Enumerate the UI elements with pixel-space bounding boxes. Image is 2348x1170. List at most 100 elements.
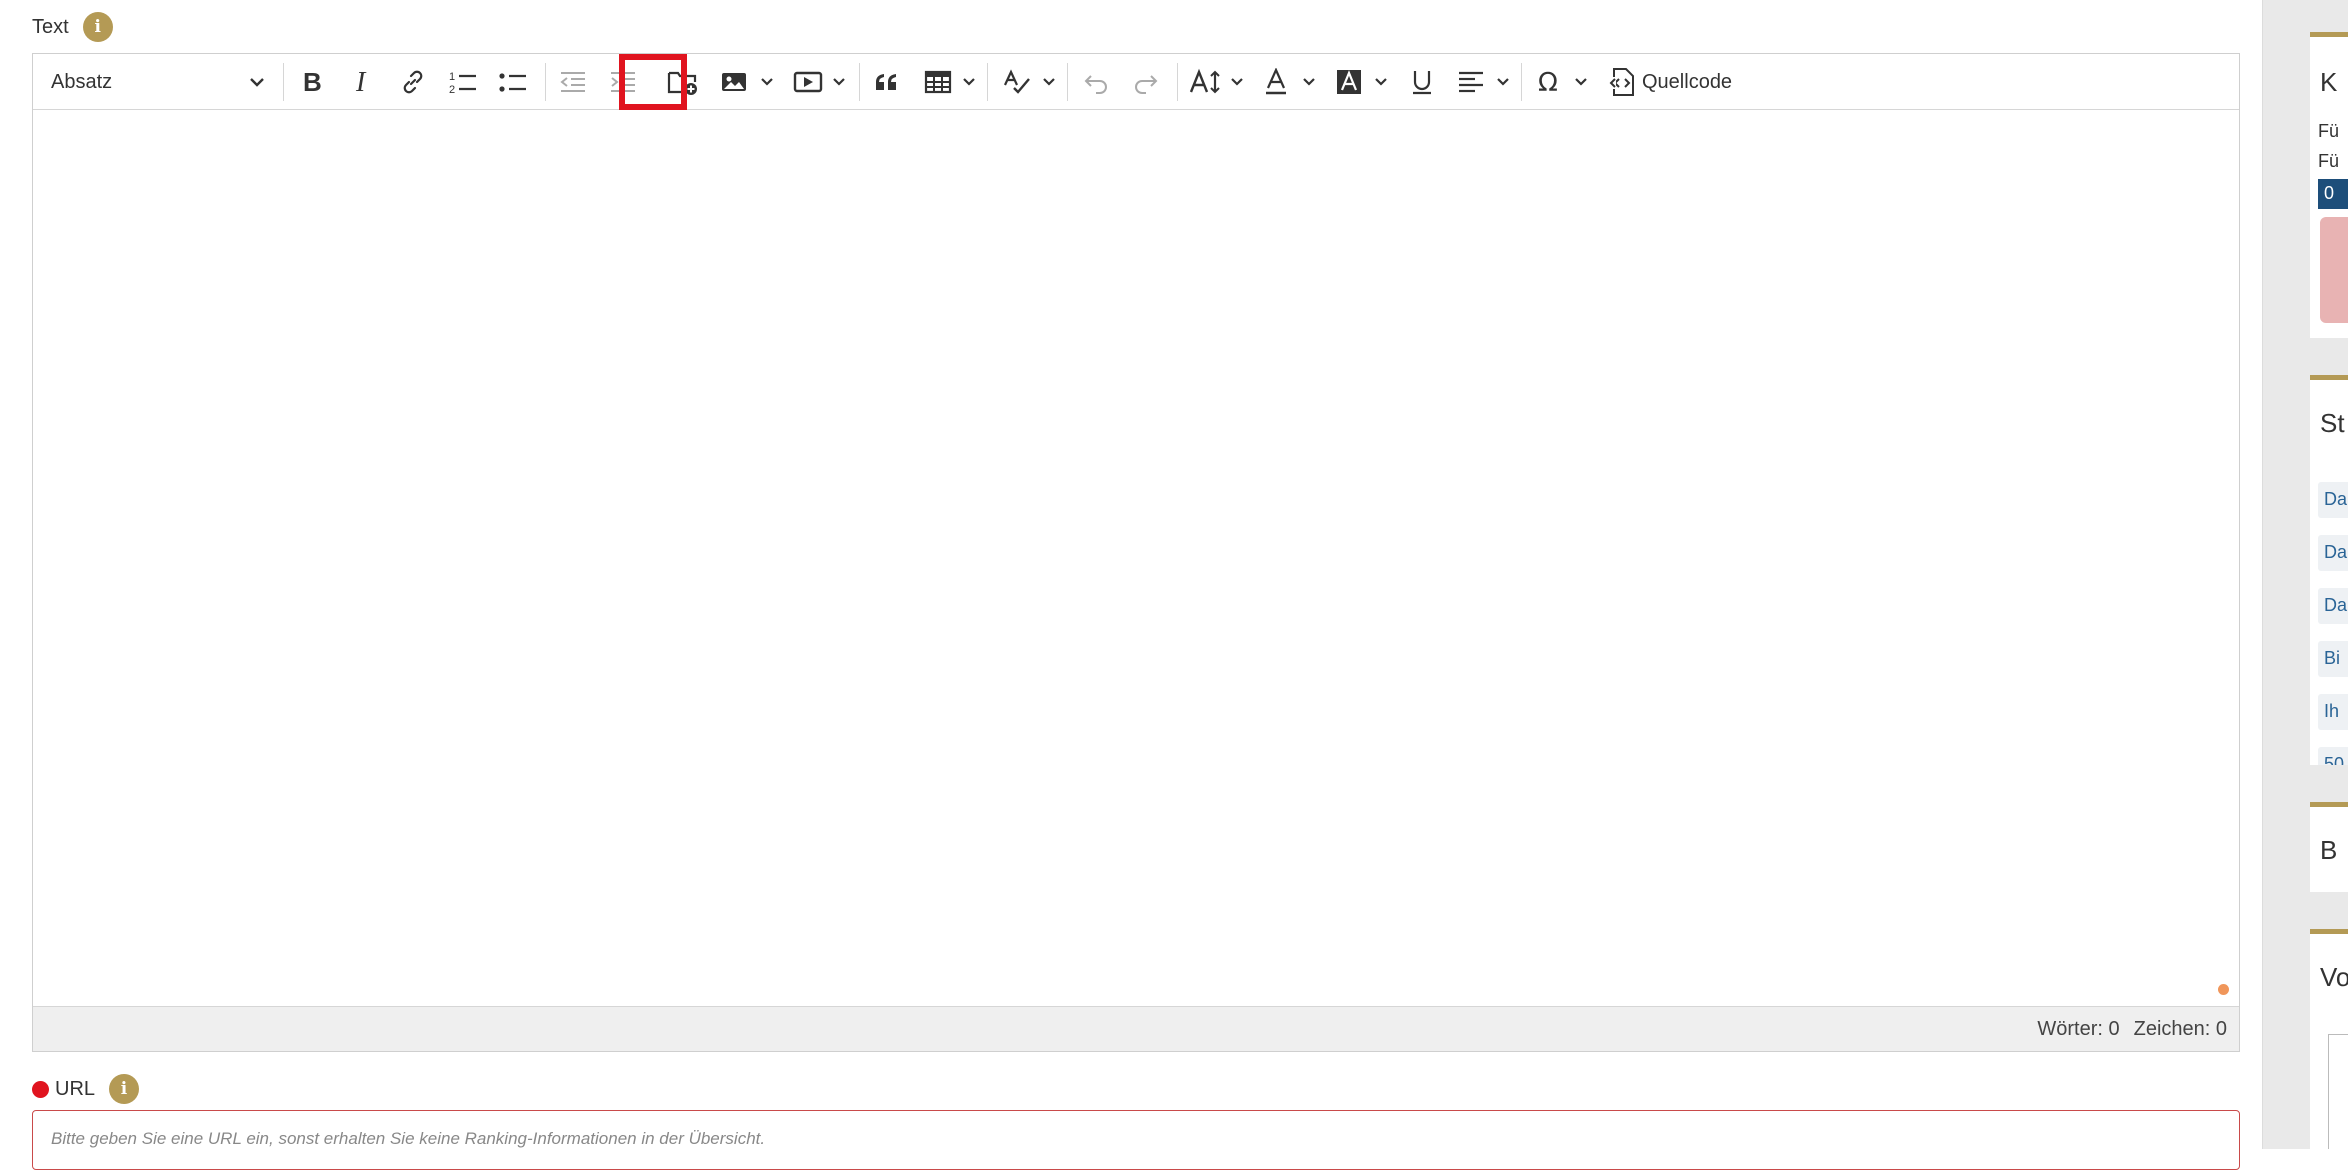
underline-icon: [1413, 71, 1431, 95]
source-code-button[interactable]: Quellcode: [1608, 60, 1732, 104]
align-dropdown-chevron[interactable]: [1495, 60, 1511, 104]
italic-button[interactable]: I: [345, 60, 381, 104]
undo-icon: [1084, 75, 1107, 94]
chevron-down-icon: [1303, 78, 1315, 86]
chevron-down-icon: [1043, 78, 1055, 86]
list-item[interactable]: Da: [2318, 588, 2348, 624]
undo-button[interactable]: [1079, 60, 1113, 104]
font-color-button[interactable]: [1261, 60, 1291, 104]
toolbar-divider: [1521, 63, 1522, 101]
word-count: Wörter: 0: [2037, 1017, 2120, 1040]
url-field-label: URL i: [32, 1074, 140, 1104]
paragraph-format-select[interactable]: Absatz: [43, 60, 273, 104]
font-size-icon: [1189, 68, 1220, 94]
card-title: K: [2320, 67, 2338, 97]
spellcheck-dropdown-chevron[interactable]: [1041, 60, 1057, 104]
chevron-down-icon: [963, 78, 975, 86]
chevron-down-icon: [1375, 78, 1387, 86]
image-button[interactable]: [719, 60, 749, 104]
link-icon: [403, 70, 423, 94]
toolbar-divider: [283, 63, 284, 101]
redo-button[interactable]: [1129, 60, 1163, 104]
list-item[interactable]: Da: [2318, 535, 2348, 571]
resize-handle[interactable]: [2218, 984, 2229, 995]
list-item[interactable]: Bi: [2318, 641, 2348, 677]
list-item[interactable]: 50: [2318, 747, 2348, 765]
editor-statusbar: Wörter: 0 Zeichen: 0: [33, 1006, 2239, 1051]
blockquote-button[interactable]: [869, 60, 905, 104]
url-placeholder: Bitte geben Sie eine URL ein, sonst erha…: [51, 1129, 766, 1148]
italic-icon: I: [355, 68, 367, 96]
bold-button[interactable]: B: [295, 60, 331, 104]
sidebar-card-1: K Fü Fü 0: [2310, 32, 2348, 338]
card-title: B: [2320, 835, 2338, 865]
chevron-down-icon: [1575, 78, 1587, 86]
editor-content-area[interactable]: [33, 110, 2239, 1007]
source-code-icon: [1609, 68, 1634, 96]
sidebar-textarea[interactable]: [2328, 1034, 2348, 1149]
info-icon[interactable]: i: [82, 12, 113, 42]
source-code-label: Quellcode: [1642, 70, 1733, 93]
outdent-button[interactable]: [555, 60, 591, 104]
table-icon: [924, 70, 952, 94]
required-indicator: [32, 1080, 49, 1098]
align-button[interactable]: [1453, 60, 1489, 104]
sidebar-card-2: St Da Da Da Bi Ih 50: [2310, 375, 2348, 765]
count-badge: 0: [2318, 179, 2348, 209]
redo-icon: [1135, 75, 1158, 94]
chevron-down-icon: [1497, 78, 1509, 86]
font-color-dropdown-chevron[interactable]: [1301, 60, 1317, 104]
info-icon[interactable]: i: [109, 1074, 140, 1104]
char-count: Zeichen: 0: [2133, 1017, 2227, 1040]
editor-toolbar: Absatz B I 12 Ω Quellcode: [33, 54, 2239, 110]
bold-icon: B: [303, 68, 322, 96]
card-title: Vo: [2320, 962, 2348, 992]
list-item[interactable]: Da: [2318, 482, 2348, 518]
svg-text:I: I: [355, 68, 367, 96]
background-color-dropdown-chevron[interactable]: [1373, 60, 1389, 104]
sidebar-card-3: B: [2310, 802, 2348, 892]
toolbar-divider: [987, 63, 988, 101]
outdent-icon: [560, 72, 585, 92]
background-color-icon: [1337, 70, 1361, 94]
spellcheck-button[interactable]: [997, 60, 1037, 104]
align-icon: [1459, 71, 1483, 93]
table-button[interactable]: [921, 60, 955, 104]
bulleted-list-icon: [499, 73, 526, 92]
font-color-icon: [1266, 68, 1286, 95]
underline-button[interactable]: [1405, 60, 1439, 104]
toolbar-divider: [1067, 63, 1068, 101]
card-title: St: [2320, 408, 2345, 438]
warning-box: [2320, 217, 2348, 323]
media-button[interactable]: [791, 60, 825, 104]
font-size-dropdown-chevron[interactable]: [1229, 60, 1245, 104]
card-text: Fü: [2318, 121, 2340, 141]
chevron-down-icon: [1231, 78, 1243, 86]
blockquote-icon: [876, 74, 896, 90]
svg-text:Ω: Ω: [1538, 68, 1558, 96]
numbered-list-icon: 12: [449, 71, 476, 95]
table-dropdown-chevron[interactable]: [961, 60, 977, 104]
svg-text:B: B: [303, 68, 322, 96]
toolbar-divider: [1177, 63, 1178, 101]
numbered-list-button[interactable]: 12: [445, 60, 481, 104]
special-chars-dropdown-chevron[interactable]: [1573, 60, 1589, 104]
media-icon: [793, 71, 823, 93]
image-dropdown-chevron[interactable]: [759, 60, 775, 104]
toolbar-divider: [545, 63, 546, 101]
special-chars-icon: Ω: [1538, 68, 1558, 96]
media-dropdown-chevron[interactable]: [831, 60, 847, 104]
bulleted-list-button[interactable]: [495, 60, 531, 104]
url-input[interactable]: Bitte geben Sie eine URL ein, sonst erha…: [32, 1110, 2240, 1170]
highlight-box: [619, 54, 687, 110]
text-field-label: Text i: [32, 12, 113, 42]
list-item[interactable]: Ih: [2318, 694, 2348, 730]
link-button[interactable]: [395, 60, 431, 104]
background-color-button[interactable]: [1333, 60, 1365, 104]
chevron-down-icon: [833, 78, 845, 86]
svg-text:1: 1: [449, 71, 455, 83]
main-panel: Text i Absatz B I 1 2 Ω Quellcode Wörter…: [0, 0, 2262, 1170]
special-chars-button[interactable]: Ω: [1533, 60, 1567, 104]
chevron-down-icon: [247, 72, 267, 98]
font-size-button[interactable]: [1187, 60, 1225, 104]
